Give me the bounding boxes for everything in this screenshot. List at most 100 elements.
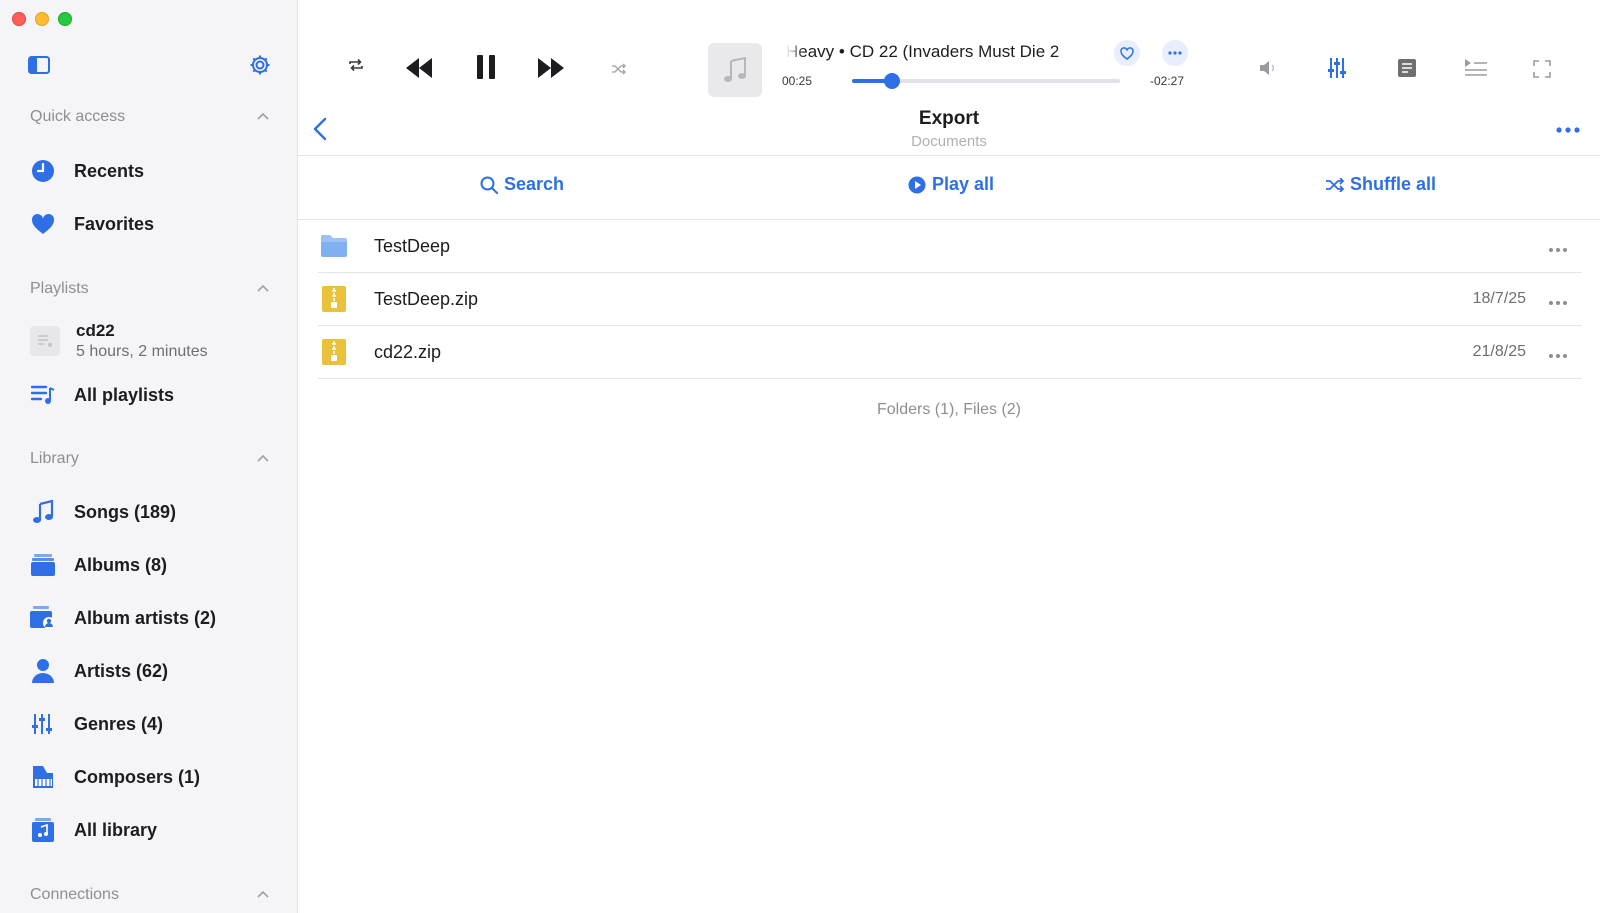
- chevron-up-icon: [257, 284, 269, 292]
- playlist-name: cd22: [76, 321, 115, 340]
- section-title: Library: [30, 450, 79, 467]
- sidebar-item-favorites[interactable]: Favorites: [30, 204, 280, 244]
- quick-access-header[interactable]: Quick access: [30, 108, 270, 126]
- row-more-button[interactable]: [1548, 240, 1568, 252]
- section-title: Quick access: [30, 108, 126, 125]
- clock-icon: [30, 158, 56, 184]
- sidebar-item-artists[interactable]: Artists (62): [30, 651, 280, 691]
- playlist-thumbnail-icon: [30, 326, 60, 356]
- sidebar-item-label: All library: [74, 819, 158, 840]
- sidebar-item-recents[interactable]: Recents: [30, 151, 280, 191]
- volume-button[interactable]: [1260, 60, 1278, 76]
- shuffle-all-button[interactable]: Shuffle all: [1326, 174, 1436, 195]
- action-bar: Search Play all Shuffle all: [298, 157, 1600, 220]
- play-circle-icon: [908, 176, 926, 193]
- sidebar-toggle-icon[interactable]: [28, 56, 50, 74]
- row-more-button[interactable]: [1548, 293, 1568, 305]
- sidebar-item-label: Artists (62): [74, 660, 169, 681]
- next-button[interactable]: [538, 58, 564, 78]
- row-more-button[interactable]: [1548, 346, 1568, 358]
- play-all-label: Play all: [932, 174, 995, 194]
- page-more-button[interactable]: [1556, 120, 1580, 134]
- sidebar-item-all-library[interactable]: All library: [30, 810, 280, 850]
- ellipsis-icon: [1549, 301, 1567, 305]
- equalizer-button[interactable]: [1328, 58, 1346, 78]
- pause-icon: [477, 55, 495, 79]
- minimize-window-button[interactable]: [35, 12, 49, 26]
- sidebar-item-label: Genres (4): [74, 713, 164, 734]
- sidebar-item-songs[interactable]: Songs (189): [30, 492, 280, 532]
- sidebar-playlist-cd22[interactable]: cd22 5 hours, 2 minutes: [30, 321, 208, 361]
- shuffle-icon: [612, 63, 626, 75]
- sidebar-item-genres[interactable]: Genres (4): [30, 704, 280, 744]
- heart-outline-icon: [1120, 46, 1134, 60]
- zip-file-icon: [320, 285, 348, 313]
- chevron-up-icon: [257, 112, 269, 120]
- sidebar-item-composers[interactable]: Composers (1): [30, 757, 280, 797]
- chevron-up-icon: [257, 890, 269, 898]
- ellipsis-icon: [1549, 248, 1567, 252]
- sidebar-item-label: Favorites: [74, 213, 155, 234]
- now-playing-title: Heavy • CD 22 (Invaders Must Die 2: [786, 42, 1060, 61]
- file-name: TestDeep.zip: [374, 288, 479, 309]
- sidebar-item-label: Album artists (2): [74, 607, 217, 628]
- folder-summary: Folders (1), Files (2): [876, 401, 1022, 418]
- remaining-time: -02:27: [1150, 74, 1185, 88]
- file-date: 21/8/25: [1472, 343, 1526, 360]
- speaker-icon: [1260, 61, 1274, 75]
- file-name: TestDeep: [374, 235, 451, 256]
- fullscreen-icon: [1533, 60, 1551, 78]
- lyrics-icon: [1398, 59, 1416, 77]
- ellipsis-icon: [1549, 354, 1567, 358]
- heart-icon: [30, 211, 56, 237]
- main-content: Heavy • CD 22 (Invaders Must Die 2 00:25…: [298, 0, 1600, 913]
- lyrics-button[interactable]: [1398, 59, 1416, 77]
- sidebar-item-all-playlists[interactable]: All playlists: [30, 375, 280, 415]
- track-more-button[interactable]: [1162, 40, 1188, 66]
- sidebar-item-label: All playlists: [74, 384, 175, 405]
- sidebar-item-label: Recents: [74, 160, 145, 181]
- pause-button[interactable]: [476, 55, 496, 79]
- connections-header[interactable]: Connections: [30, 886, 270, 904]
- player-bar: Heavy • CD 22 (Invaders Must Die 2 00:25…: [298, 0, 1600, 110]
- progress-slider[interactable]: [852, 73, 1120, 89]
- search-icon: [480, 176, 498, 194]
- fast-forward-icon: [538, 58, 564, 78]
- music-note-icon: [30, 499, 56, 525]
- queue-icon: [1465, 59, 1487, 76]
- genres-icon: [30, 711, 56, 737]
- search-button[interactable]: Search: [480, 174, 564, 195]
- file-row-zip[interactable]: TestDeep.zip 18/7/25: [318, 273, 1582, 326]
- zoom-window-button[interactable]: [58, 12, 72, 26]
- ellipsis-icon: [1556, 127, 1580, 133]
- shuffle-button[interactable]: [612, 63, 626, 75]
- album-artists-icon: [30, 605, 56, 631]
- repeat-icon: [349, 58, 363, 72]
- sidebar-item-albums[interactable]: Albums (8): [30, 545, 280, 585]
- fullscreen-button[interactable]: [1533, 60, 1551, 78]
- gear-icon[interactable]: [248, 53, 272, 77]
- favorite-button[interactable]: [1114, 40, 1140, 66]
- elapsed-time: 00:25: [782, 74, 813, 88]
- library-header[interactable]: Library: [30, 450, 270, 468]
- file-row-zip[interactable]: cd22.zip 21/8/25: [318, 326, 1582, 379]
- sidebar-item-album-artists[interactable]: Album artists (2): [30, 598, 280, 638]
- previous-button[interactable]: [406, 58, 432, 78]
- search-label: Search: [504, 174, 565, 194]
- file-name: cd22.zip: [374, 341, 442, 362]
- play-all-button[interactable]: Play all: [908, 174, 994, 195]
- playlist-icon: [30, 382, 56, 408]
- library-icon: [30, 817, 56, 843]
- file-row-folder[interactable]: TestDeep: [318, 220, 1582, 273]
- album-art[interactable]: [708, 43, 762, 97]
- sidebar-item-label: Songs (189): [74, 501, 177, 522]
- music-note-icon: [724, 57, 746, 82]
- folder-icon: [320, 232, 348, 260]
- file-list: TestDeep TestDeep.zip 18/7/25 cd22.zip 2…: [318, 220, 1582, 379]
- progress-knob[interactable]: [884, 73, 901, 89]
- playlists-header[interactable]: Playlists: [30, 280, 270, 298]
- sidebar-item-label: Composers (1): [74, 766, 201, 787]
- close-window-button[interactable]: [12, 12, 26, 26]
- repeat-button[interactable]: [348, 58, 364, 72]
- queue-button[interactable]: [1465, 59, 1487, 77]
